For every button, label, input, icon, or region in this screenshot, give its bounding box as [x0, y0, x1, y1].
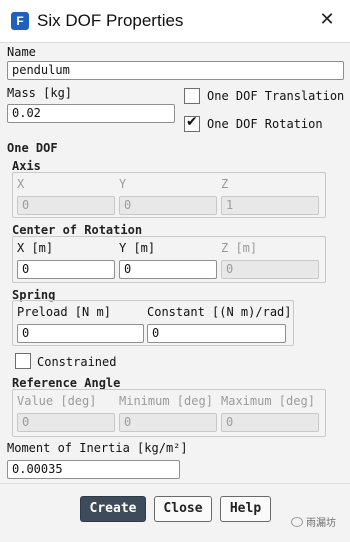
- ref-minimum-input: [119, 413, 217, 432]
- mass-input[interactable]: [7, 104, 175, 123]
- fluent-app-icon: F: [11, 12, 29, 30]
- inertia-input[interactable]: [7, 460, 180, 479]
- create-button[interactable]: Create: [80, 496, 146, 522]
- preload-input[interactable]: [17, 324, 144, 343]
- help-button[interactable]: Help: [220, 496, 271, 522]
- name-input[interactable]: [7, 61, 344, 80]
- center-of-rotation-heading: Center of Rotation: [12, 223, 143, 237]
- axis-x-input: [17, 196, 115, 215]
- constant-input[interactable]: [147, 324, 286, 343]
- ref-value-input: [17, 413, 115, 432]
- constrained-label: Constrained: [37, 355, 117, 369]
- close-icon[interactable]: ✕: [316, 8, 338, 30]
- one-dof-heading: One DOF: [7, 141, 58, 155]
- center-z-input: [221, 260, 319, 279]
- ref-value-label: Value [deg]: [17, 394, 97, 408]
- footer-divider: [0, 483, 350, 484]
- checkmark-icon: ✔: [186, 114, 198, 130]
- center-y-label: Y [m]: [119, 241, 156, 255]
- watermark-text: 雨漏坊: [306, 518, 336, 529]
- axis-heading: Axis: [12, 159, 41, 173]
- ref-minimum-label: Minimum [deg]: [119, 394, 213, 408]
- close-button[interactable]: Close: [154, 496, 212, 522]
- ref-maximum-input: [221, 413, 319, 432]
- name-label: Name: [7, 45, 36, 59]
- axis-x-label: X: [17, 177, 25, 191]
- center-x-label: X [m]: [17, 241, 54, 255]
- mass-label: Mass [kg]: [7, 86, 73, 100]
- center-x-input[interactable]: [17, 260, 115, 279]
- axis-y-input: [119, 196, 217, 215]
- constant-label: Constant [(N m)/rad]: [147, 305, 292, 319]
- wechat-watermark-icon: [291, 517, 303, 527]
- center-y-input[interactable]: [119, 260, 217, 279]
- one-dof-rotation-label: One DOF Rotation: [207, 117, 323, 131]
- one-dof-rotation-checkbox[interactable]: ✔: [184, 114, 200, 132]
- axis-z-input: [221, 196, 319, 215]
- center-z-label: Z [m]: [221, 241, 258, 255]
- ref-maximum-label: Maximum [deg]: [221, 394, 315, 408]
- axis-z-label: Z: [221, 177, 229, 191]
- window-title: Six DOF Properties: [37, 11, 184, 30]
- reference-angle-heading: Reference Angle: [12, 376, 121, 390]
- six-dof-properties-dialog: F Six DOF Properties ✕ Name Mass [kg] On…: [0, 0, 350, 542]
- title-bar: F Six DOF Properties ✕: [0, 0, 350, 43]
- one-dof-translation-label: One DOF Translation: [207, 89, 345, 103]
- preload-label: Preload [N m]: [17, 305, 111, 319]
- inertia-label: Moment of Inertia [kg/m²]: [7, 441, 188, 455]
- constrained-checkbox[interactable]: [15, 353, 31, 369]
- axis-y-label: Y: [119, 177, 127, 191]
- one-dof-translation-checkbox[interactable]: [184, 88, 200, 104]
